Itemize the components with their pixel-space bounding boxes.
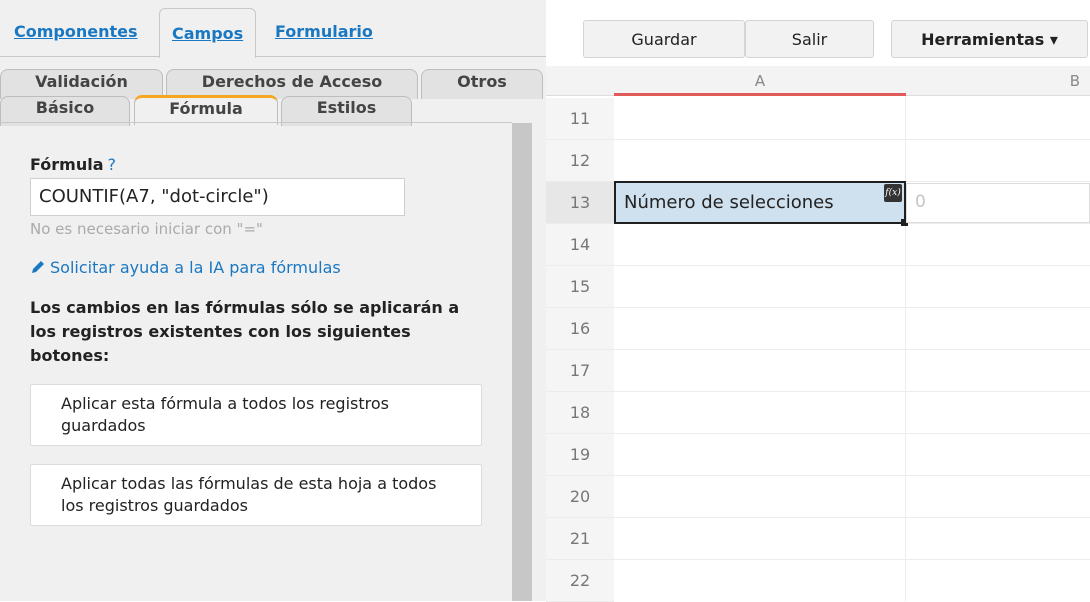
tabs-divider	[0, 122, 512, 123]
subtab-formula[interactable]: Fórmula	[134, 95, 278, 125]
exit-button[interactable]: Salir	[745, 20, 874, 58]
corner-header	[546, 66, 614, 96]
apply-all-formulas-button[interactable]: Aplicar todas las fórmulas de esta hoja …	[30, 464, 482, 526]
grid-line	[614, 559, 1090, 560]
help-icon[interactable]: ?	[108, 155, 117, 174]
tab-componentes[interactable]: Componentes	[14, 22, 138, 41]
formula-label: Fórmula?	[30, 155, 116, 174]
top-tabs: Componentes Campos Formulario	[0, 0, 546, 58]
tab-campos[interactable]: Campos	[159, 8, 257, 58]
ai-formula-help-link[interactable]: Solicitar ayuda a la IA para fórmulas	[30, 258, 341, 277]
cell-a13[interactable]: Número de selecciones f(x)	[614, 181, 906, 224]
formula-badge-icon: f(x)	[884, 184, 902, 202]
formula-label-text: Fórmula	[30, 155, 104, 174]
row-header-14[interactable]: 14	[546, 224, 614, 266]
row-header-13[interactable]: 13	[546, 182, 614, 224]
tab-formulario[interactable]: Formulario	[275, 22, 373, 41]
ai-link-text: Solicitar ayuda a la IA para fórmulas	[50, 258, 341, 277]
formula-note: Los cambios en las fórmulas sólo se apli…	[30, 298, 460, 365]
column-header-a[interactable]: A	[614, 66, 906, 96]
cell-b13[interactable]: 0	[906, 183, 1090, 223]
grid-line	[614, 433, 1090, 434]
formula-hint: No es necesario iniciar con "="	[30, 220, 263, 238]
grid-line	[614, 139, 1090, 140]
row-header-22[interactable]: 22	[546, 560, 614, 602]
grid-line	[614, 391, 1090, 392]
field-properties-panel: Componentes Campos Formulario Validación…	[0, 0, 546, 601]
grid-line	[614, 265, 1090, 266]
column-header-b[interactable]: B	[906, 66, 1090, 96]
row-header-21[interactable]: 21	[546, 518, 614, 560]
formula-input[interactable]: COUNTIF(A7, "dot-circle")	[30, 178, 405, 216]
row-header-16[interactable]: 16	[546, 308, 614, 350]
grid-line	[614, 307, 1090, 308]
pencil-icon	[32, 261, 44, 273]
grid-line	[614, 349, 1090, 350]
column-a-marker	[614, 93, 906, 96]
row-header-20[interactable]: 20	[546, 476, 614, 518]
cell-a13-text: Número de selecciones	[624, 192, 834, 213]
row-header-19[interactable]: 19	[546, 434, 614, 476]
row-header-15[interactable]: 15	[546, 266, 614, 308]
panel-scrollbar[interactable]	[512, 123, 532, 601]
tools-menu-button[interactable]: Herramientas ▾	[891, 20, 1088, 58]
save-button[interactable]: Guardar	[583, 20, 745, 58]
apply-formula-button[interactable]: Aplicar esta fórmula a todos los registr…	[30, 384, 482, 446]
grid-line	[614, 517, 1090, 518]
row-header-12[interactable]: 12	[546, 140, 614, 182]
grid-line	[614, 475, 1090, 476]
row-header-18[interactable]: 18	[546, 392, 614, 434]
row-header-17[interactable]: 17	[546, 350, 614, 392]
subtab-otros[interactable]: Otros	[421, 69, 543, 99]
row-header-11[interactable]: 11	[546, 98, 614, 140]
